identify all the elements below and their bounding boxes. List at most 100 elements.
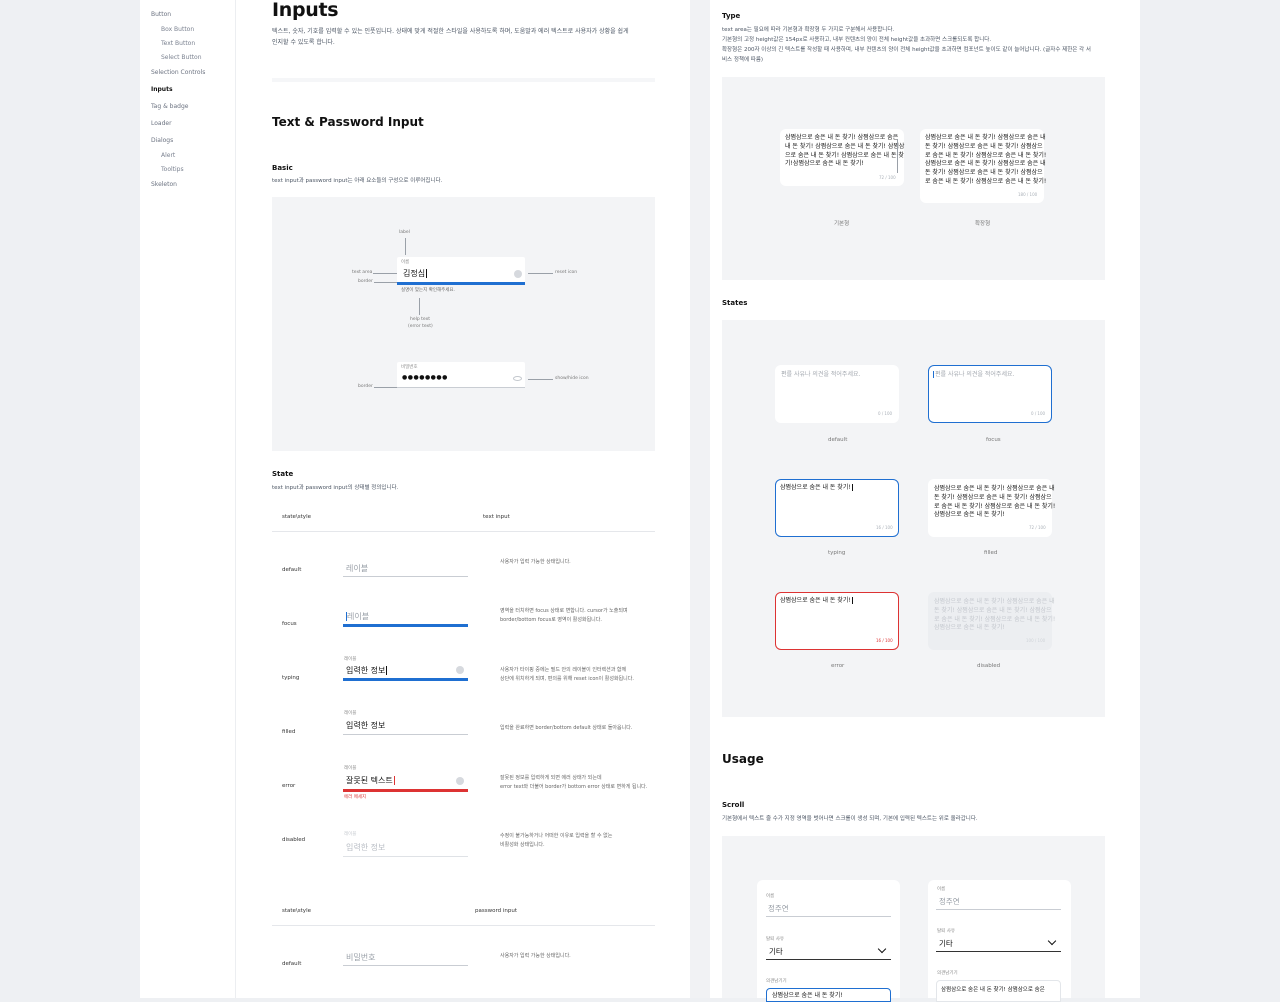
table-head-state: state\style: [282, 514, 311, 520]
caption-extended: 확장형: [975, 221, 991, 227]
sidebar-item-alert[interactable]: Alert: [161, 152, 175, 159]
desc-typing-2: 상단에 위치하게 되며, 편의를 위해 reset icon이 활성화됩니다.: [500, 676, 634, 682]
input-default-border: [343, 576, 468, 577]
anatomy-panel: [272, 197, 655, 451]
state-disabled: disabled: [282, 837, 306, 843]
usage-left-reason-border: [766, 959, 891, 960]
table-head-style: text input: [483, 514, 510, 520]
basic-desc: text input과 password input는 아래 요소들의 구성으로…: [272, 178, 443, 184]
usage-right-reason-value[interactable]: 기타: [939, 938, 953, 949]
input-filled-label: 레이블: [344, 711, 357, 716]
sidebar-item-tag-badge[interactable]: Tag & badge: [151, 103, 188, 110]
sidebar-item-skeleton[interactable]: Skeleton: [151, 181, 177, 188]
usage-right-name-border: [936, 909, 1061, 910]
sidebar-item-select-button[interactable]: Select Button: [161, 54, 202, 61]
pw-table-head-style: password input: [475, 908, 518, 914]
anno-line: [528, 379, 553, 380]
desc-focus-2: border/bottom focus로 영역이 활성화됩니다.: [500, 617, 602, 623]
desc-focus-1: 영역을 터치하면 focus 상태로 변합니다. cursor가 노출되며: [500, 608, 628, 614]
usage-right-extra-label: 의견남기기: [937, 971, 958, 976]
textarea-extended-count: 180 / 100: [1018, 192, 1038, 197]
textarea-basic-count: 72 / 100: [879, 175, 896, 180]
usage-left-name-value[interactable]: 정주연: [768, 903, 789, 914]
sidebar-item-dialogs[interactable]: Dialogs: [151, 137, 173, 144]
input-focus-border: [343, 624, 468, 627]
input-disabled-value: 입력한 정보: [346, 843, 386, 852]
usage-right-reason-border: [936, 951, 1061, 952]
caption-error: error: [831, 663, 845, 669]
usage-left-reason-value[interactable]: 기타: [769, 946, 783, 957]
input-default-value[interactable]: 레이블: [346, 563, 368, 574]
anno-label: label: [399, 230, 410, 235]
anno-line: [374, 387, 397, 388]
desc-error-2: error text와 더불어 border가 bottom error 상태로…: [500, 784, 648, 790]
anno-pw-border: border: [358, 384, 373, 389]
input-typing-value[interactable]: 입력한 정보: [346, 665, 388, 676]
type-desc-2: 기본형의 고정 height값은 154px로 사용하고, 내부 컨텐츠의 양이…: [722, 37, 992, 43]
usage-right-name-label: 이름: [937, 887, 946, 892]
sidebar-item-inputs[interactable]: Inputs: [151, 86, 173, 93]
caption-basic: 기본형: [834, 221, 850, 227]
caption-filled: filled: [984, 550, 998, 556]
usage-right-textarea-text: 삼쩜삼으로 숨은 내 돈 찾기! 삼쩜삼으로 숨은: [941, 987, 1045, 993]
section-title-usage: Usage: [722, 752, 764, 766]
type-desc-3: 확장형은 200자 이상의 긴 텍스트를 작성할 때 사용하며, 내부 컨텐츠의…: [722, 47, 1091, 53]
subsection-title-type: Type: [722, 12, 741, 20]
anatomy-field-label: 이름: [401, 260, 410, 265]
anno-reset-icon: reset icon: [555, 270, 578, 275]
type-desc-1: text area는 필요에 따라 기본형과 확장형 두 가지로 구분해서 사용…: [722, 27, 895, 33]
anno-border: border: [358, 279, 373, 284]
desc-disabled-1: 수정이 불가능하거나 어떠한 이유로 입력을 할 수 없는: [500, 833, 613, 839]
usage-right-name-value[interactable]: 정주연: [939, 896, 960, 907]
usage-left-name-border: [766, 916, 891, 917]
section-title-text-password: Text & Password Input: [272, 115, 424, 129]
sidebar-item-text-button[interactable]: Text Button: [161, 40, 195, 47]
anno-text-area: text area: [352, 270, 373, 275]
sidebar-item-selection-controls[interactable]: Selection Controls: [151, 69, 205, 76]
anno-error-text: (error text): [408, 324, 433, 329]
sidebar-item-loader[interactable]: Loader: [151, 120, 172, 127]
input-filled-value[interactable]: 입력한 정보: [346, 720, 385, 731]
reset-icon[interactable]: [456, 777, 464, 785]
scroll-desc: 기본형에서 텍스트 줄 수가 지정 영역을 벗어나면 스크롤이 생성 되며, 기…: [722, 816, 978, 822]
anatomy-help: 실명이 맞는지 확인해주세요.: [401, 288, 455, 293]
pw-desc-default: 사용자가 입력 가능한 상태입니다.: [500, 953, 571, 959]
anno-line: [528, 273, 553, 274]
textarea-typing-text: 삼쩜삼으로 숨은 내 돈 찾기!: [780, 484, 853, 491]
sidebar-item-box-button[interactable]: Box Button: [161, 26, 194, 33]
anno-help-text: help text: [410, 317, 431, 322]
textarea-default-placeholder: 편를 사유나 의견을 적어주세요.: [781, 371, 861, 378]
usage-right-reason-label: 탈퇴 사유: [937, 929, 955, 934]
anno-line: [373, 273, 397, 274]
input-focus-value[interactable]: 레이블: [345, 611, 369, 622]
table-divider: [272, 925, 655, 926]
password-default-value[interactable]: 비밀번호: [346, 952, 375, 963]
textarea-basic-text: 삼쩜삼으로 숨은 내 돈 찾기! 삼쩜삼으로 숨은 내 돈 찾기! 삼쩜삼으로 숨…: [785, 134, 905, 168]
page-title: Inputs: [272, 0, 339, 21]
subsection-title-state: State: [272, 470, 294, 478]
subsection-title-scroll: Scroll: [722, 801, 745, 809]
reset-icon[interactable]: [456, 666, 464, 674]
anatomy-border: [397, 282, 525, 285]
pw-table-head-state: state\style: [282, 908, 311, 914]
state-typing: typing: [282, 675, 300, 681]
intro-text-2: 인지할 수 있도록 합니다.: [272, 39, 335, 46]
caption-focus: focus: [986, 437, 1001, 443]
textarea-focus-placeholder: 편를 사유나 의견을 적어주세요.: [933, 371, 1015, 378]
anatomy-field-value: 김정심: [403, 269, 428, 278]
caption-disabled: disabled: [977, 663, 1001, 669]
textarea-filled-text: 삼쩜삼으로 숨은 내 돈 찾기! 삼쩜삼으로 숨은 내돈 찾기! 삼쩜삼으로 숨…: [934, 485, 1056, 519]
sidebar-item-button[interactable]: Button: [151, 11, 171, 18]
anno-show-hide: show/hide icon: [555, 376, 589, 381]
anno-line: [419, 298, 420, 315]
usage-left-reason-label: 탈퇴 사유: [766, 937, 784, 942]
textarea-default-count: 0 / 100: [878, 411, 893, 416]
input-error-value[interactable]: 잘못된 텍스트: [346, 775, 395, 786]
textarea-typing-count: 16 / 100: [876, 525, 893, 530]
desc-default: 사용자가 입력 가능한 상태입니다.: [500, 559, 571, 565]
textarea-disabled-count: 100 / 100: [1026, 638, 1046, 643]
scrollbar[interactable]: [897, 139, 898, 173]
input-disabled-border: [343, 856, 468, 857]
sidebar-item-tooltips[interactable]: Tooltips: [161, 166, 184, 173]
type-desc-4: 비스 정책에 따름): [722, 57, 764, 63]
